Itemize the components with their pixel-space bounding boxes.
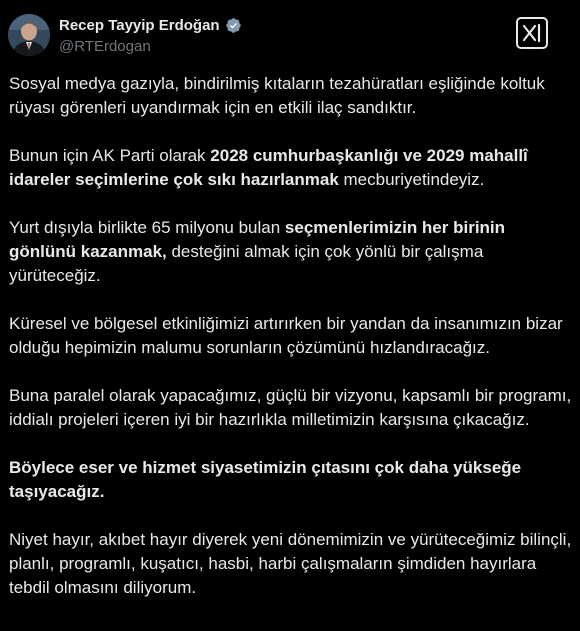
tweet-paragraph: Sosyal medya gazıyla, bindirilmiş kıtala… [9, 72, 575, 120]
tweet-text-segment: mecburiyetindeyiz. [338, 170, 485, 189]
tweet-text-segment: Yurt dışıyla birlikte 65 milyonu bulan [9, 218, 285, 237]
author-handle[interactable]: @RTErdogan [59, 38, 151, 55]
avatar[interactable] [8, 14, 50, 56]
verified-badge-icon [225, 17, 242, 34]
tweet-paragraph: Buna paralel olarak yapacağımız, güçlü b… [9, 384, 575, 432]
author-display-name[interactable]: Recep Tayyip Erdoğan [59, 17, 220, 34]
tweet-header: Recep Tayyip Erdoğan @RTErdogan [0, 0, 580, 70]
tweet-text: Sosyal medya gazıyla, bindirilmiş kıtala… [9, 72, 575, 600]
tweet-text-segment: Buna paralel olarak yapacağımız, güçlü b… [9, 386, 572, 429]
tweet-bold-segment: Böylece eser ve hizmet siyasetimizin çıt… [9, 458, 522, 501]
tweet-paragraph: Küresel ve bölgesel etkinliğimizi artırı… [9, 312, 575, 360]
tweet-paragraph: Yurt dışıyla birlikte 65 milyonu bulan s… [9, 216, 575, 288]
tweet-paragraph: Bunun için AK Parti olarak 2028 cumhurba… [9, 144, 575, 192]
tweet-paragraph: Niyet hayır, akıbet hayır diyerek yeni d… [9, 528, 575, 600]
tweet-text-segment: Bunun için AK Parti olarak [9, 146, 211, 165]
name-row: Recep Tayyip Erdoğan [59, 17, 242, 34]
tweet-text-segment: Niyet hayır, akıbet hayır diyerek yeni d… [9, 530, 572, 597]
tweet-text-segment: Küresel ve bölgesel etkinliğimizi artırı… [9, 314, 563, 357]
tweet-paragraph: Böylece eser ve hizmet siyasetimizin çıt… [9, 456, 575, 504]
avatar-photo [8, 14, 50, 56]
grok-icon [516, 17, 548, 49]
tweet-text-segment: Sosyal medya gazıyla, bindirilmiş kıtala… [9, 74, 545, 117]
grok-button[interactable] [516, 17, 548, 49]
